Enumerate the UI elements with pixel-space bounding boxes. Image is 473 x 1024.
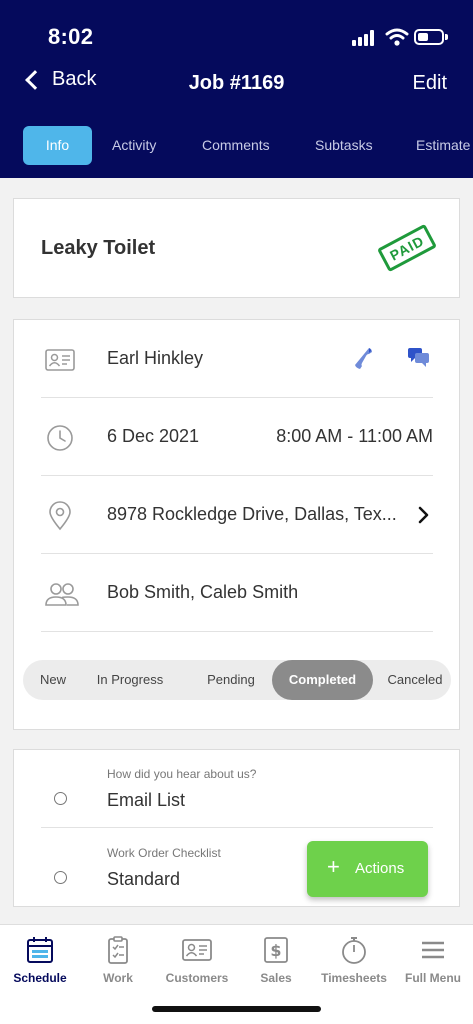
checklist-radio[interactable] — [54, 871, 67, 884]
page-title: Job #1169 — [188, 72, 285, 94]
address-row[interactable]: 8978 Rockledge Drive, Dallas, Tex... — [41, 476, 433, 554]
customer-name: Earl Hinkley — [107, 348, 204, 368]
bottom-tab-schedule[interactable]: Schedule — [0, 935, 80, 985]
bottom-tab-timesheets[interactable]: Timesheets — [314, 935, 394, 985]
plus-icon: + — [327, 854, 340, 879]
job-time-range: 8:00 AM - 11:00 AM — [276, 426, 433, 446]
checklist-answer: Standard — [107, 869, 181, 889]
phone-icon[interactable] — [351, 346, 375, 370]
tab-subtasks[interactable]: Subtasks — [315, 126, 373, 165]
hamburger-icon — [422, 941, 444, 959]
clipboard-icon — [108, 936, 128, 964]
bottom-tab-label: Timesheets — [321, 971, 387, 985]
referral-answer: Email List — [107, 790, 186, 810]
bottom-tab-label: Sales — [260, 971, 292, 985]
cellular-signal-icon — [352, 30, 378, 46]
paid-stamp: PAID — [377, 223, 437, 273]
bottom-tab-label: Full Menu — [405, 971, 461, 985]
job-title: Leaky Toilet — [41, 237, 156, 259]
tab-comments[interactable]: Comments — [202, 126, 270, 165]
assignees-row[interactable]: Bob Smith, Caleb Smith — [41, 554, 433, 632]
bottom-tab-full-menu[interactable]: Full Menu — [393, 935, 473, 985]
job-title-card: Leaky Toilet PAID — [13, 198, 460, 298]
stopwatch-icon — [342, 937, 366, 964]
bottom-tab-sales[interactable]: $ Sales — [236, 935, 316, 985]
bottom-tab-label: Work — [103, 971, 133, 985]
calendar-icon — [27, 937, 53, 963]
chevron-right-icon — [418, 506, 429, 524]
actions-button[interactable]: + Actions — [307, 841, 428, 897]
tab-activity[interactable]: Activity — [112, 126, 156, 165]
job-address: 8978 Rockledge Drive, Dallas, Tex... — [107, 504, 397, 524]
tab-estimate[interactable]: Estimate — [416, 126, 470, 165]
referral-question-row[interactable]: How did you hear about us? Email List — [41, 750, 433, 828]
clock-icon — [47, 425, 73, 451]
nav-bar: Back Job #1169 Edit — [0, 64, 473, 104]
people-icon — [45, 583, 79, 606]
location-pin-icon — [49, 501, 71, 531]
status-canceled[interactable]: Canceled — [380, 660, 450, 700]
schedule-row[interactable]: 6 Dec 2021 8:00 AM - 11:00 AM — [41, 398, 433, 476]
status-segmented-control: New In Progress Pending Completed Cancel… — [23, 660, 451, 700]
referral-radio[interactable] — [54, 792, 67, 805]
app-header: 8:02 Back Job #1169 Edit Info Activity C… — [0, 0, 473, 178]
bottom-tab-label: Schedule — [13, 971, 67, 985]
job-date: 6 Dec 2021 — [107, 426, 200, 446]
wifi-icon — [385, 28, 409, 46]
tab-info[interactable]: Info — [23, 126, 92, 165]
status-in-progress[interactable]: In Progress — [90, 660, 170, 700]
chat-bubbles-icon[interactable] — [407, 347, 431, 369]
status-new[interactable]: New — [26, 660, 80, 700]
battery-icon — [414, 29, 448, 45]
home-indicator — [152, 1006, 321, 1012]
job-details-card: Earl Hinkley 6 Dec 2021 8:00 AM - 11:00 … — [13, 319, 460, 730]
contact-card-icon — [45, 349, 75, 371]
contact-card-icon — [182, 939, 212, 961]
edit-button[interactable]: Edit — [413, 72, 447, 95]
checklist-question-label: Work Order Checklist — [107, 846, 221, 860]
status-completed[interactable]: Completed — [272, 660, 373, 700]
customer-row[interactable]: Earl Hinkley — [41, 320, 433, 398]
referral-question-label: How did you hear about us? — [107, 767, 257, 781]
actions-label: Actions — [355, 860, 405, 877]
assignee-names: Bob Smith, Caleb Smith — [107, 582, 299, 602]
bottom-tab-customers[interactable]: Customers — [157, 935, 237, 985]
svg-text:$: $ — [270, 941, 281, 960]
status-pending[interactable]: Pending — [191, 660, 271, 700]
bottom-tab-work[interactable]: Work — [78, 935, 158, 985]
status-time: 8:02 — [48, 24, 94, 49]
dollar-icon: $ — [264, 937, 288, 963]
status-bar: 8:02 — [0, 22, 473, 54]
bottom-tab-label: Customers — [165, 971, 229, 985]
